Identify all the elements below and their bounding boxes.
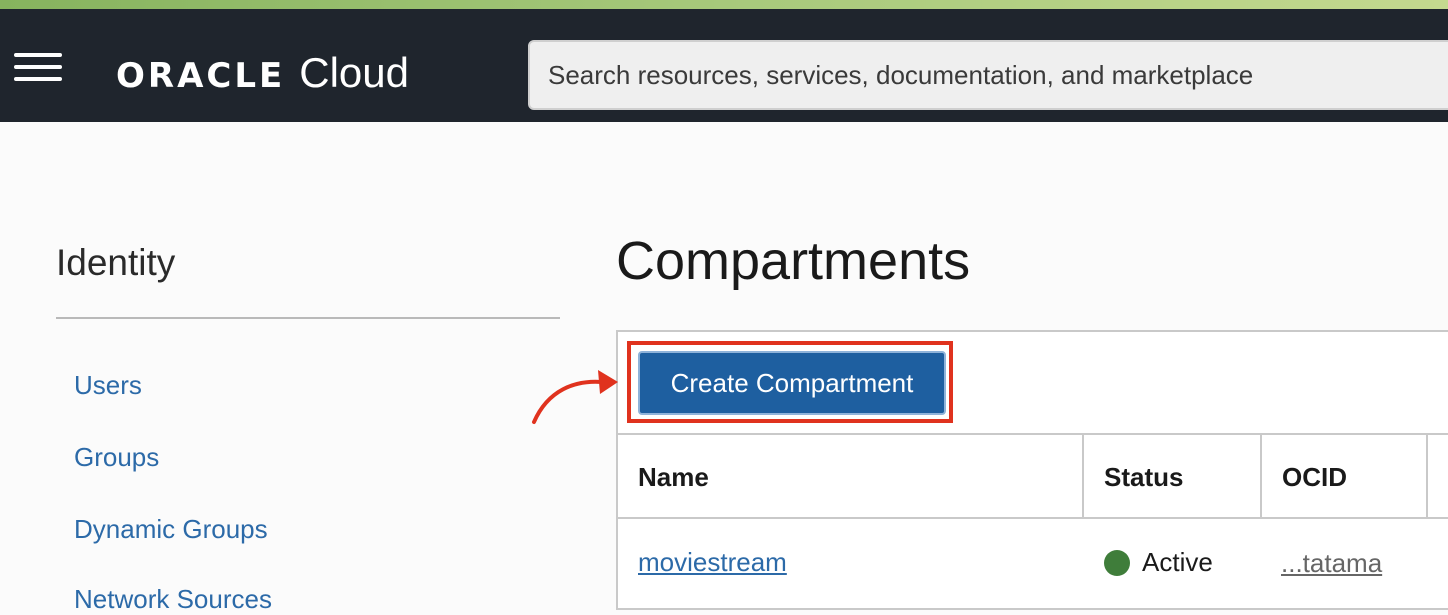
column-divider — [1260, 433, 1262, 519]
logo-brand: ORACLE — [116, 56, 286, 96]
sidebar-title: Identity — [56, 242, 176, 283]
search-input[interactable] — [528, 40, 1448, 110]
top-accent-strip — [0, 0, 1448, 9]
column-header-ocid[interactable]: OCID — [1282, 435, 1347, 519]
compartment-name-link[interactable]: moviestream — [638, 547, 787, 578]
sidebar-item-users[interactable]: Users — [74, 370, 142, 401]
logo-product: Cloud — [299, 49, 409, 96]
status-active-dot-icon — [1104, 550, 1130, 576]
hamburger-menu-icon[interactable] — [14, 53, 62, 89]
page-title: Compartments — [616, 231, 971, 291]
sidebar-item-network-sources[interactable]: Network Sources — [74, 584, 272, 615]
column-divider — [1082, 433, 1084, 519]
annotation-arrow-icon — [532, 370, 618, 424]
sidebar-item-groups[interactable]: Groups — [74, 442, 159, 473]
column-divider — [1426, 433, 1428, 519]
table-header: Name Status OCID — [618, 433, 1448, 519]
top-header: ORACLE Cloud — [0, 9, 1448, 122]
sidebar-item-dynamic-groups[interactable]: Dynamic Groups — [74, 514, 268, 545]
ocid-link[interactable]: ...tatama — [1281, 548, 1382, 579]
column-header-name[interactable]: Name — [638, 435, 709, 519]
sidebar-divider — [56, 317, 560, 319]
column-header-status[interactable]: Status — [1104, 435, 1183, 519]
status-text: Active — [1142, 547, 1213, 577]
oracle-cloud-logo[interactable]: ORACLE Cloud — [116, 49, 409, 96]
create-compartment-button[interactable]: Create Compartment — [638, 351, 946, 415]
